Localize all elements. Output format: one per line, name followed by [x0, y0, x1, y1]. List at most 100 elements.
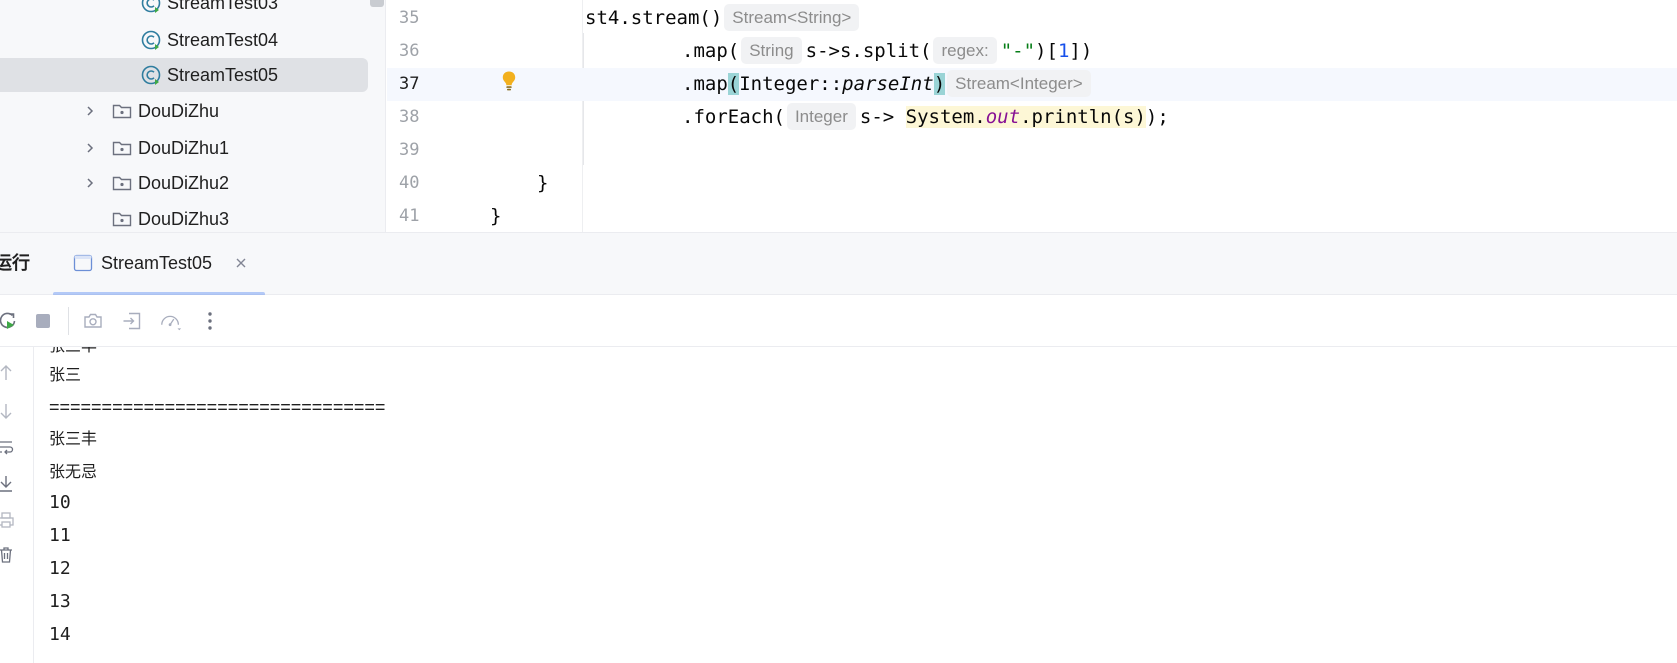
trash-icon[interactable] [0, 545, 16, 565]
run-title: 运行 [0, 253, 30, 273]
code-text: st4.stream() Stream<String> [585, 2, 863, 35]
code-token: Integer:: [739, 73, 843, 95]
type-hint: Stream<Integer> [947, 70, 1091, 97]
run-header: 运行 StreamTest05 [0, 233, 1677, 296]
chevron-right-icon[interactable] [82, 103, 98, 119]
console-window-icon [73, 254, 93, 272]
tree-item-label: StreamTest05 [167, 64, 279, 85]
class-icon [140, 0, 162, 14]
code-editor[interactable]: 35 st4.stream() Stream<String> 36 .map(St… [387, 0, 1677, 232]
code-token: .map( [682, 40, 740, 62]
run-tool-window: 运行 StreamTest05 张三 =====================… [0, 232, 1677, 663]
code-text: .forEach(Integer s-> System.out.println(s… [682, 101, 1169, 134]
code-token: ); [1145, 106, 1169, 128]
tree-item-doudizhu[interactable]: DouDiZhu [0, 94, 385, 128]
console-line: 张无忌 [49, 462, 98, 481]
tree-item-label: StreamTest03 [167, 0, 279, 13]
tree-item-label: DouDiZhu2 [138, 172, 230, 193]
up-arrow-icon[interactable] [0, 363, 16, 383]
code-token: )[ [1035, 40, 1058, 62]
restore-layout-icon[interactable] [120, 309, 144, 333]
matched-paren: ( [727, 73, 740, 95]
highlighted-expression: System.out.println(s) [905, 106, 1146, 128]
console-line: 张三 [49, 365, 82, 384]
print-icon[interactable] [0, 510, 16, 530]
chevron-right-icon[interactable] [82, 175, 98, 191]
method-reference: parseInt [842, 73, 934, 95]
code-text: } [490, 205, 502, 227]
package-folder-icon [111, 208, 133, 230]
code-text: .map(String s->s.split(regex: "-")[1]) [682, 35, 1092, 68]
code-line-36[interactable]: 36 .map(String s->s.split(regex: "-")[1]) [387, 35, 1677, 68]
down-arrow-icon[interactable] [0, 401, 16, 421]
tab-streamtest05[interactable]: StreamTest05 [53, 233, 265, 296]
console-line: ================================ [49, 397, 386, 417]
more-icon[interactable] [198, 309, 222, 333]
tab-label: StreamTest05 [101, 253, 213, 273]
console-line: 10 [49, 492, 71, 513]
camera-icon[interactable] [81, 309, 105, 333]
class-icon [140, 64, 162, 86]
console-line: 张三丰 [49, 429, 98, 448]
close-icon[interactable] [233, 255, 249, 271]
tree-scrollbar-thumb[interactable] [370, 0, 384, 7]
scroll-to-end-icon[interactable] [0, 474, 16, 494]
tree-item-streamtest05[interactable]: StreamTest05 [0, 58, 368, 92]
code-token: s-> [859, 106, 906, 128]
toolbar-separator [68, 307, 69, 335]
profiler-icon[interactable] [159, 309, 183, 333]
tree-item-label: DouDiZhu [138, 100, 220, 121]
package-folder-icon [111, 100, 133, 122]
top-area: StreamTest03 StreamTest04 StreamTest05 D… [0, 0, 1677, 232]
package-folder-icon [111, 172, 133, 194]
code-text: } [537, 172, 549, 194]
tree-item-streamtest03[interactable]: StreamTest03 [0, 0, 385, 20]
package-folder-icon [111, 137, 133, 159]
tree-item-label: StreamTest04 [167, 29, 279, 50]
soft-wrap-icon[interactable] [0, 437, 16, 457]
rerun-icon[interactable] [0, 309, 20, 333]
code-line-41[interactable]: 41 } [387, 200, 1677, 232]
code-line-37[interactable]: 37 .map(Integer::parseInt) Stream<Integer… [387, 68, 1677, 101]
console-line: 14 [49, 624, 71, 645]
line-number: 41 [399, 206, 420, 226]
code-token: .forEach( [682, 106, 785, 128]
code-token: System. [905, 106, 986, 128]
line-number: 40 [399, 173, 420, 193]
chevron-right-icon[interactable] [82, 140, 98, 156]
line-number: 38 [399, 107, 420, 127]
console-side-toolbar [0, 347, 34, 663]
line-number: 35 [399, 8, 420, 28]
code-text: .map(Integer::parseInt) Stream<Integer> [682, 68, 1095, 101]
console-output[interactable]: 张三丰 张三 ================================ … [34, 347, 1677, 663]
code-line-38[interactable]: 38 .forEach(Integer s-> System.out.printl… [387, 101, 1677, 134]
tree-item-streamtest04[interactable]: StreamTest04 [0, 23, 385, 57]
code-token: st4.stream() [585, 7, 723, 29]
code-token: .println(s) [1020, 106, 1146, 128]
console-line: 12 [49, 558, 71, 579]
code-line-39[interactable]: 39 [387, 134, 1677, 167]
tree-item-doudizhu2[interactable]: DouDiZhu2 [0, 166, 385, 200]
run-toolbar [0, 295, 1677, 347]
string-literal: "-" [1000, 40, 1036, 62]
tree-item-label: DouDiZhu3 [138, 208, 230, 229]
code-line-40[interactable]: 40 } [387, 167, 1677, 200]
tree-item-doudizhu1[interactable]: DouDiZhu1 [0, 131, 385, 165]
code-token: ]) [1069, 40, 1093, 62]
code-token: .map [682, 73, 728, 95]
line-number: 39 [399, 140, 420, 160]
stop-icon[interactable] [31, 309, 55, 333]
console-line: 11 [49, 525, 71, 546]
line-number: 37 [399, 74, 420, 94]
code-token: s->s.split( [805, 40, 932, 62]
project-tree: StreamTest03 StreamTest04 StreamTest05 D… [0, 0, 386, 232]
tree-item-doudizhu3[interactable]: DouDiZhu3 [0, 202, 385, 232]
number-literal: 1 [1057, 40, 1070, 62]
code-line-35[interactable]: 35 st4.stream() Stream<String> [387, 2, 1677, 35]
class-icon [140, 29, 162, 51]
type-hint: Stream<String> [724, 4, 860, 31]
parameter-name-hint: regex: [933, 37, 997, 64]
lightbulb-icon[interactable] [501, 70, 517, 92]
console-line: 13 [49, 591, 71, 612]
tree-item-label: DouDiZhu1 [138, 137, 230, 158]
